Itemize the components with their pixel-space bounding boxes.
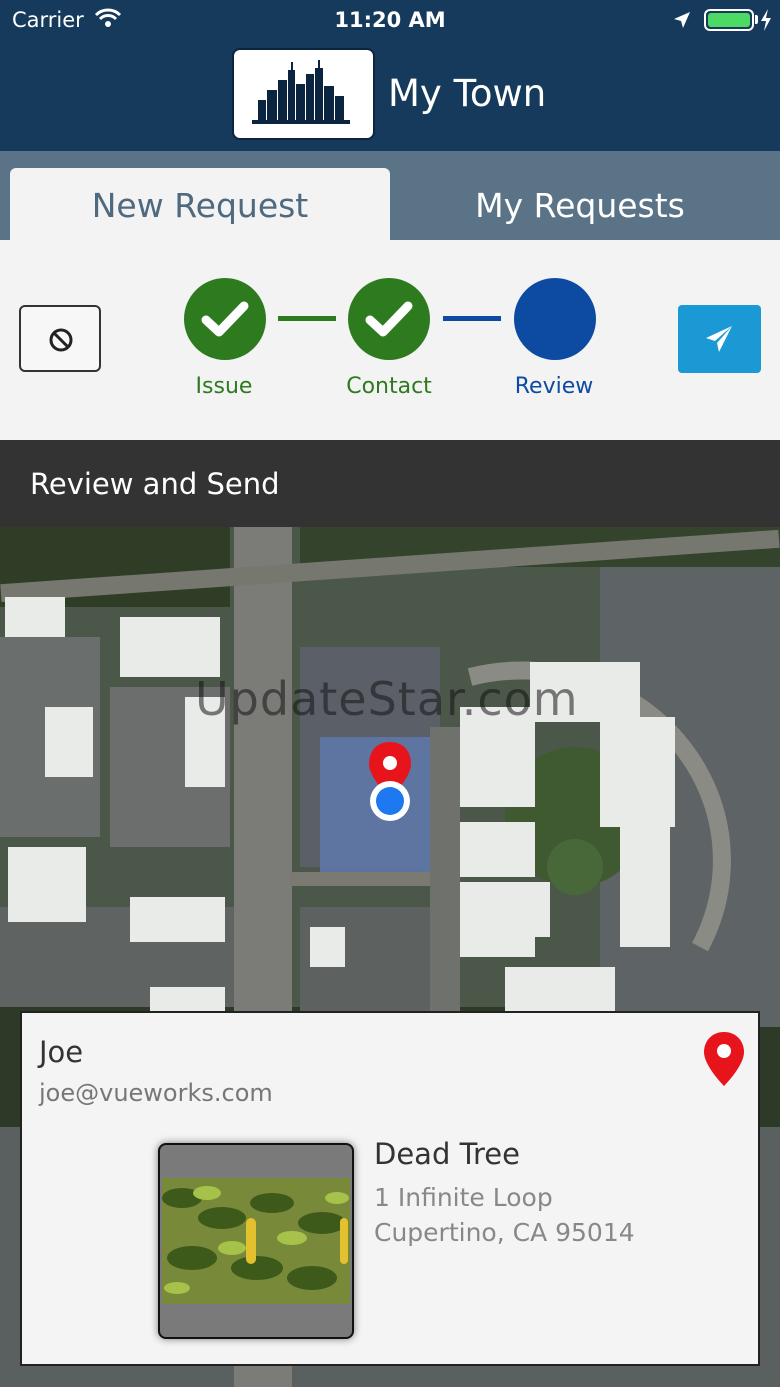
issue-type: Dead Tree	[374, 1137, 520, 1171]
step-issue-indicator	[184, 278, 266, 360]
checkmark-icon	[365, 301, 413, 337]
issue-photo[interactable]	[158, 1143, 354, 1339]
status-time: 11:20 AM	[334, 8, 446, 32]
status-bar: Carrier 11:20 AM	[0, 0, 780, 40]
step-connector	[278, 316, 336, 321]
paper-plane-icon	[706, 326, 732, 352]
current-location-dot-icon	[370, 781, 410, 821]
map-pin-icon[interactable]	[702, 1031, 746, 1087]
app-logo	[232, 48, 375, 140]
location-arrow-icon	[672, 10, 692, 35]
checkmark-icon	[201, 301, 249, 337]
app-title: My Town	[388, 72, 547, 115]
address-line-1: 1 Infinite Loop	[374, 1183, 553, 1212]
cancel-icon	[49, 328, 73, 352]
request-summary-card: Joe joe@vueworks.com Dead Tree 1 Infinit…	[20, 1011, 760, 1366]
charging-icon	[760, 9, 772, 36]
send-button[interactable]	[678, 305, 761, 373]
step-progress: Issue Contact Review	[0, 240, 780, 440]
city-skyline-icon	[252, 60, 350, 124]
cancel-button[interactable]	[19, 305, 101, 372]
address-line-2: Cupertino, CA 95014	[374, 1218, 635, 1247]
photo-thumbnail	[162, 1178, 350, 1304]
app-header: Carrier 11:20 AM My Town	[0, 0, 780, 151]
tab-my-requests[interactable]: My Requests	[390, 168, 770, 240]
step-label-contact: Contact	[346, 374, 432, 399]
section-title: Review and Send	[0, 440, 780, 527]
watermark: UpdateStar.com	[195, 672, 579, 726]
step-label-issue: Issue	[195, 374, 253, 399]
step-contact-indicator	[348, 278, 430, 360]
tab-new-request[interactable]: New Request	[10, 168, 390, 240]
contact-name: Joe	[39, 1035, 84, 1069]
step-review-indicator	[514, 278, 596, 360]
tab-bar: New Request My Requests	[0, 151, 780, 240]
step-connector	[443, 316, 501, 321]
battery-icon	[704, 9, 754, 31]
contact-email: joe@vueworks.com	[39, 1079, 273, 1107]
step-label-review: Review	[514, 374, 594, 399]
